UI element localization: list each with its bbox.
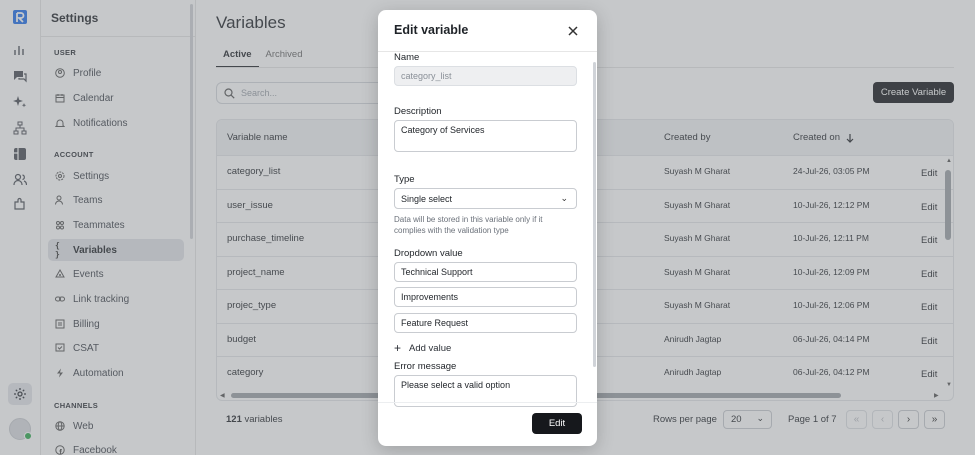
add-value-label: Add value — [409, 342, 452, 354]
type-select-value: Single select — [401, 194, 453, 204]
name-field: category_list — [394, 66, 577, 86]
type-select[interactable]: Single select ⌄ — [394, 188, 577, 209]
modal-scrollbar[interactable] — [593, 62, 596, 367]
add-value-button[interactable]: + Add value — [394, 341, 451, 355]
description-label: Description — [394, 106, 442, 117]
modal-footer — [378, 402, 597, 403]
chevron-down-icon: ⌄ — [560, 193, 568, 203]
close-icon[interactable] — [566, 24, 580, 38]
description-field[interactable]: Category of Services — [394, 120, 577, 152]
dropdown-value-field[interactable]: Technical Support — [394, 262, 577, 282]
edit-variable-modal: Edit variable Name category_list Descrip… — [378, 10, 597, 446]
error-message-label: Error message — [394, 361, 457, 372]
modal-title: Edit variable — [394, 23, 469, 37]
dropdown-value-field[interactable]: Feature Request — [394, 313, 577, 333]
dropdown-value-label: Dropdown value — [394, 248, 463, 259]
type-help-text: Data will be stored in this variable onl… — [394, 215, 543, 235]
edit-submit-button[interactable]: Edit — [532, 413, 582, 434]
name-label: Name — [394, 52, 420, 63]
type-label: Type — [394, 174, 415, 185]
dropdown-value-field[interactable]: Improvements — [394, 287, 577, 307]
plus-icon: + — [394, 341, 402, 355]
